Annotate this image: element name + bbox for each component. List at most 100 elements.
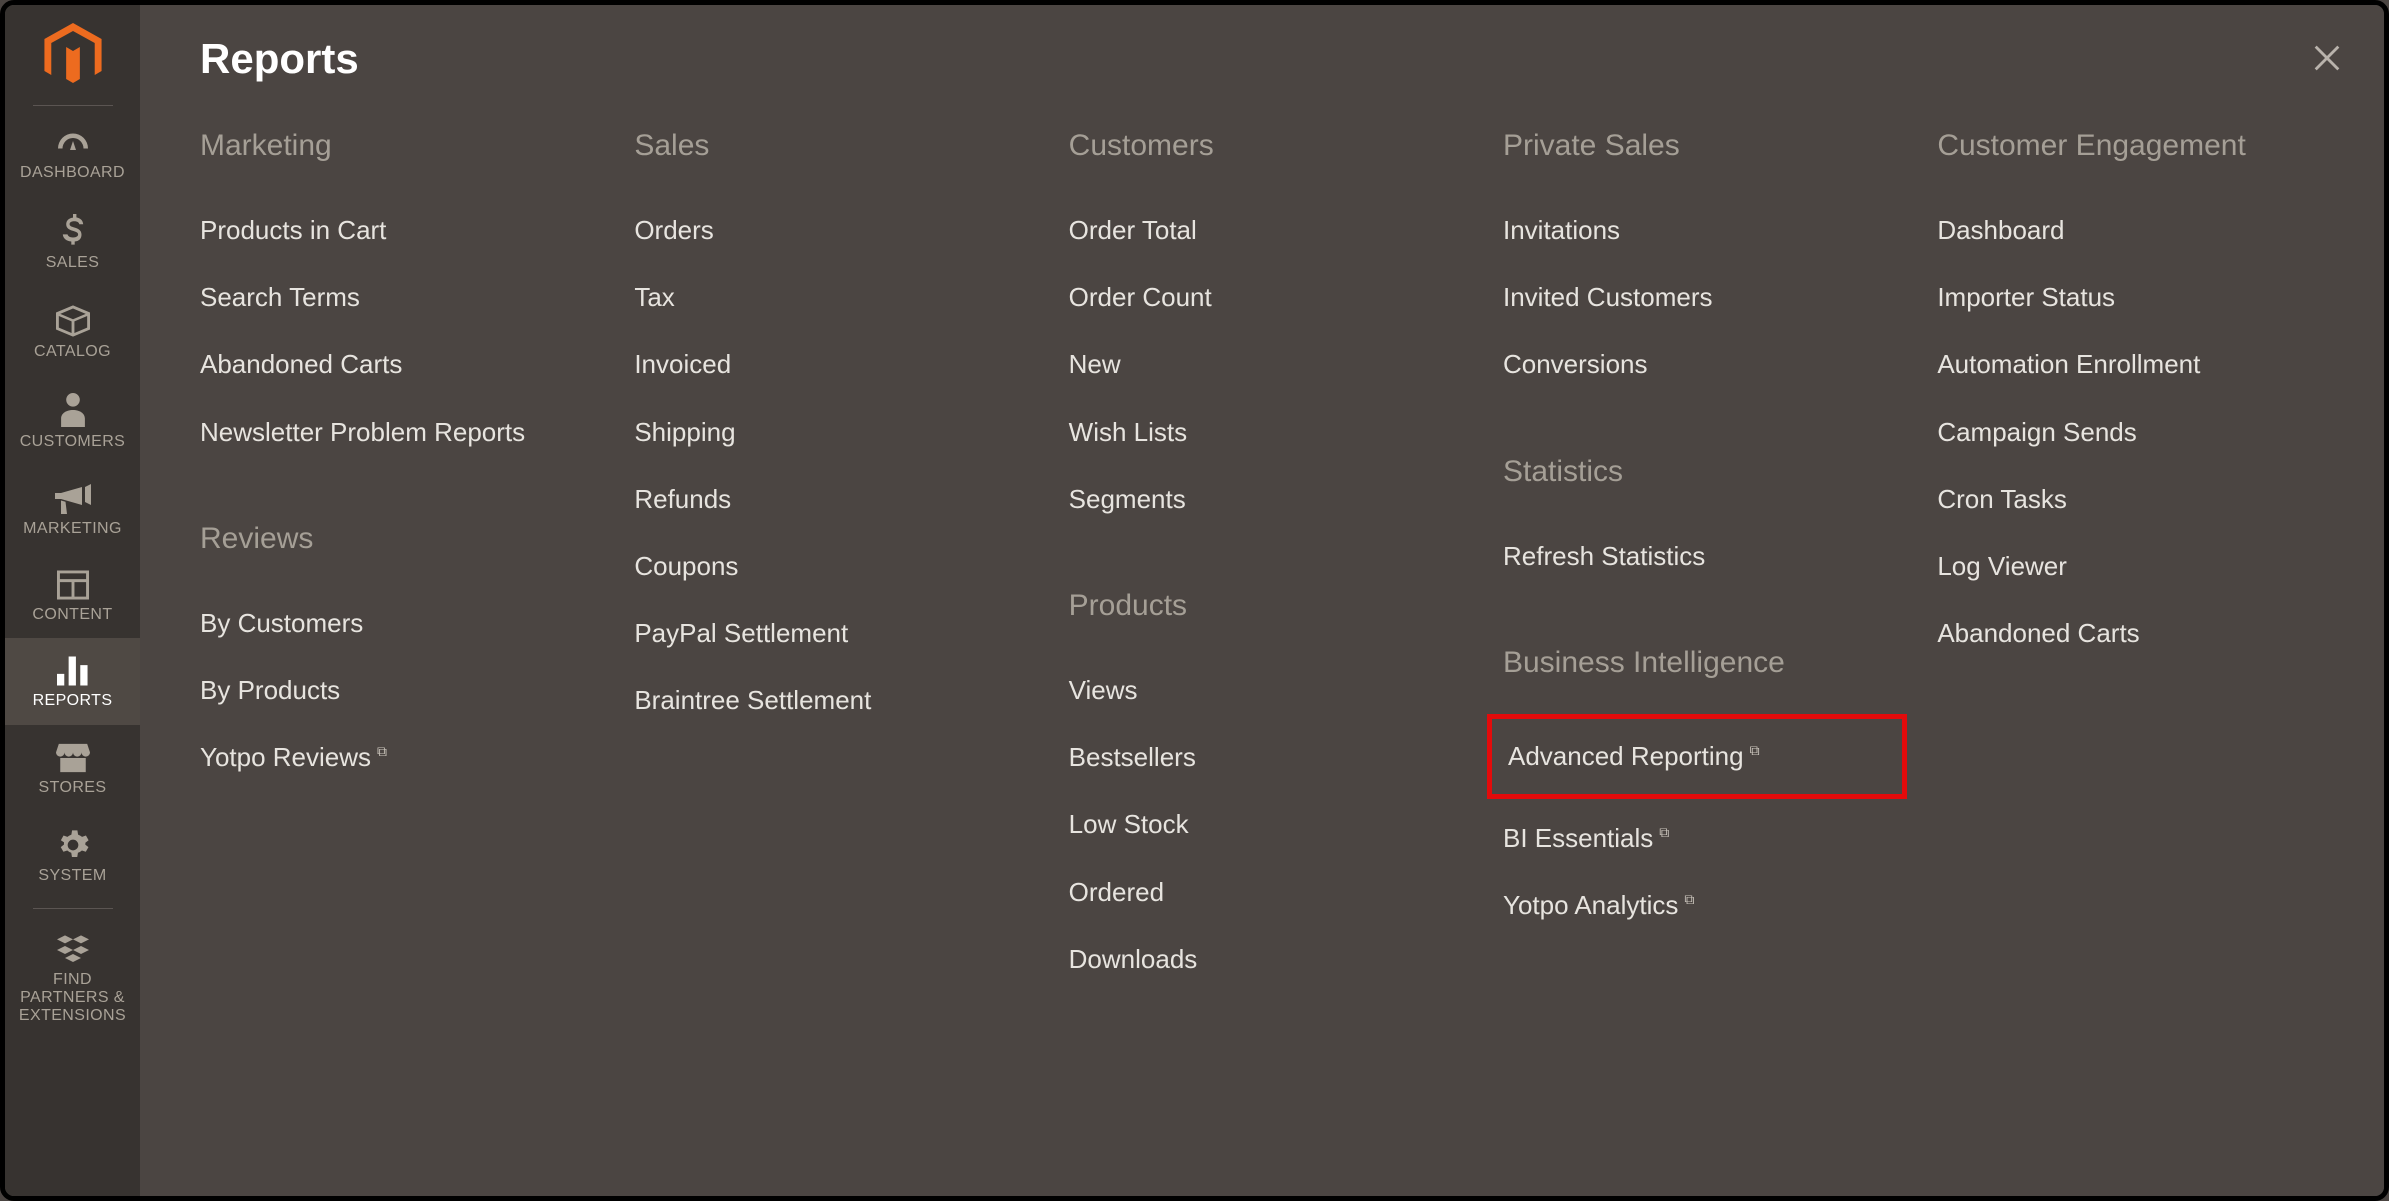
link-coupons[interactable]: Coupons [634,533,1048,600]
close-icon [2310,62,2344,79]
link-refunds[interactable]: Refunds [634,466,1048,533]
gauge-icon [55,130,91,158]
box-icon [56,305,90,337]
section-heading-sales: Sales [634,129,1048,163]
sidebar-item-reports[interactable]: REPORTS [5,638,140,724]
link-by-customers[interactable]: By Customers [200,590,614,657]
close-button[interactable] [2310,41,2344,80]
link-new[interactable]: New [1069,331,1483,398]
link-importer-status[interactable]: Importer Status [1937,264,2324,331]
link-ce-dashboard[interactable]: Dashboard [1937,197,2324,264]
link-downloads[interactable]: Downloads [1069,926,1483,993]
section-heading-private-sales: Private Sales [1503,129,1917,163]
link-newsletter-problem-reports[interactable]: Newsletter Problem Reports [200,399,614,466]
blocks-icon [57,935,89,965]
sidebar-item-system[interactable]: SYSTEM [5,811,140,899]
link-invited-customers[interactable]: Invited Customers [1503,264,1917,331]
column-sales: Sales Orders Tax Invoiced Shipping Refun… [634,129,1048,993]
link-braintree-settlement[interactable]: Braintree Settlement [634,667,1048,734]
link-text: Advanced Reporting [1508,741,1744,771]
sidebar-item-marketing[interactable]: MARKETING [5,466,140,552]
gear-icon [57,829,89,861]
link-search-terms[interactable]: Search Terms [200,264,614,331]
sidebar-item-dashboard[interactable]: DASHBOARD [5,112,140,196]
link-ordered[interactable]: Ordered [1069,859,1483,926]
sidebar-label: DASHBOARD [16,164,129,182]
link-invitations[interactable]: Invitations [1503,197,1917,264]
sidebar-label: STORES [35,779,111,797]
divider [33,908,113,909]
link-ce-abandoned-carts[interactable]: Abandoned Carts [1937,600,2324,667]
link-tax[interactable]: Tax [634,264,1048,331]
storefront-icon [56,743,90,773]
sidebar-item-customers[interactable]: CUSTOMERS [5,375,140,465]
flyout-title: Reports [200,35,2324,83]
link-text: Yotpo Reviews [200,742,371,772]
link-conversions[interactable]: Conversions [1503,331,1917,398]
section-heading-products: Products [1069,589,1483,623]
dollar-icon [60,214,86,248]
sidebar-label: SYSTEM [34,867,110,885]
link-refresh-statistics[interactable]: Refresh Statistics [1503,523,1917,590]
link-paypal-settlement[interactable]: PayPal Settlement [634,600,1048,667]
link-bestsellers[interactable]: Bestsellers [1069,724,1483,791]
external-icon: ⧉ [1684,891,1694,907]
section-heading-marketing: Marketing [200,129,614,163]
column-privatesales-stats-bi: Private Sales Invitations Invited Custom… [1503,129,1917,993]
link-orders[interactable]: Orders [634,197,1048,264]
link-automation-enrollment[interactable]: Automation Enrollment [1937,331,2324,398]
section-heading-statistics: Statistics [1503,455,1917,489]
admin-sidebar: DASHBOARD SALES CATALOG CUSTOMERS MARKET [5,5,140,1196]
link-text: Yotpo Analytics [1503,890,1678,920]
link-invoiced[interactable]: Invoiced [634,331,1048,398]
link-text: BI Essentials [1503,823,1653,853]
megaphone-icon [55,484,91,514]
link-shipping[interactable]: Shipping [634,399,1048,466]
external-icon: ⧉ [1750,742,1760,758]
sidebar-label: FIND PARTNERS & EXTENSIONS [5,971,140,1026]
link-by-products[interactable]: By Products [200,657,614,724]
section-heading-business-intelligence: Business Intelligence [1503,646,1917,680]
column-marketing-reviews: Marketing Products in Cart Search Terms … [200,129,614,993]
link-bi-essentials[interactable]: BI Essentials ⧉ [1503,805,1917,872]
layout-icon [57,570,89,600]
sidebar-item-content[interactable]: CONTENT [5,552,140,638]
magento-logo[interactable] [5,23,140,105]
divider [33,105,113,106]
link-products-in-cart[interactable]: Products in Cart [200,197,614,264]
highlight-advanced-reporting: Advanced Reporting ⧉ [1487,714,1907,799]
person-icon [61,393,85,427]
external-icon: ⧉ [377,743,387,759]
link-wish-lists[interactable]: Wish Lists [1069,399,1483,466]
sidebar-label: MARKETING [19,520,126,538]
section-heading-reviews: Reviews [200,522,614,556]
link-yotpo-analytics[interactable]: Yotpo Analytics ⧉ [1503,872,1917,939]
sidebar-item-catalog[interactable]: CATALOG [5,287,140,375]
bar-chart-icon [57,656,89,686]
link-campaign-sends[interactable]: Campaign Sends [1937,399,2324,466]
sidebar-label: CATALOG [30,343,115,361]
link-order-total[interactable]: Order Total [1069,197,1483,264]
sidebar-item-partners[interactable]: FIND PARTNERS & EXTENSIONS [5,917,140,1040]
reports-flyout: Reports Marketing Products in Cart Searc… [140,5,2384,1196]
link-abandoned-carts[interactable]: Abandoned Carts [200,331,614,398]
link-log-viewer[interactable]: Log Viewer [1937,533,2324,600]
column-customers-products: Customers Order Total Order Count New Wi… [1069,129,1483,993]
link-yotpo-reviews[interactable]: Yotpo Reviews ⧉ [200,724,614,791]
sidebar-label: SALES [42,254,104,272]
link-order-count[interactable]: Order Count [1069,264,1483,331]
link-advanced-reporting[interactable]: Advanced Reporting ⧉ [1492,729,1888,784]
sidebar-label: CONTENT [28,606,116,624]
link-low-stock[interactable]: Low Stock [1069,791,1483,858]
link-segments[interactable]: Segments [1069,466,1483,533]
link-views[interactable]: Views [1069,657,1483,724]
sidebar-item-stores[interactable]: STORES [5,725,140,811]
flyout-columns: Marketing Products in Cart Search Terms … [200,129,2324,993]
external-icon: ⧉ [1659,824,1669,840]
section-heading-customer-engagement: Customer Engagement [1937,129,2324,163]
app-frame: DASHBOARD SALES CATALOG CUSTOMERS MARKET [0,0,2389,1201]
sidebar-item-sales[interactable]: SALES [5,196,140,286]
link-cron-tasks[interactable]: Cron Tasks [1937,466,2324,533]
sidebar-label: REPORTS [29,692,117,710]
section-heading-customers: Customers [1069,129,1483,163]
